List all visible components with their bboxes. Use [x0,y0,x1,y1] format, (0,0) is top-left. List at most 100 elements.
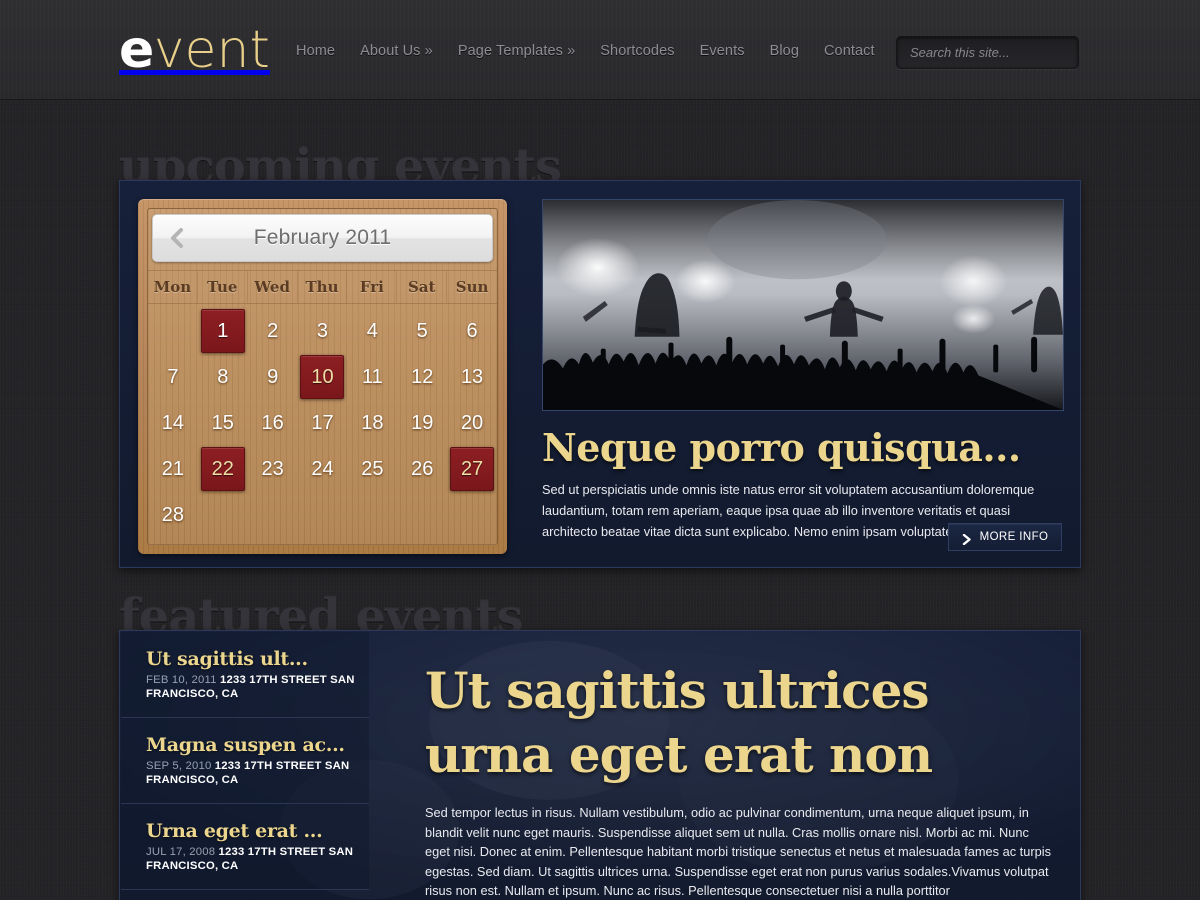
featured-item-title: Magna suspen ac... [146,734,345,756]
calendar-day: 2 [248,308,298,354]
calendar-day: 17 [298,400,348,446]
featured-item-title: Urna eget erat ... [146,820,323,842]
calendar-day: 6 [447,308,497,354]
featured-events-panel: Ut sagittis ult... FEB 10, 2011 1233 17T… [119,630,1081,900]
calendar-day: 18 [347,400,397,446]
featured-item-meta: JUL 17, 2008 1233 17TH STREET SAN FRANCI… [146,845,355,873]
featured-list-item[interactable]: Ut sagittis ult... FEB 10, 2011 1233 17T… [121,632,369,718]
calendar-day: 26 [397,446,447,492]
event-calendar: February 2011 Mon Tue Wed Thu Fri Sat Su… [138,199,507,554]
calendar-header: February 2011 [152,214,493,262]
nav-item-home[interactable]: Home [296,43,335,59]
calendar-day-number: 10 [300,355,345,399]
nav-item-page-templates[interactable]: Page Templates » [458,43,575,59]
calendar-day: 8 [198,354,248,400]
calendar-day: 24 [298,446,348,492]
calendar-day-number: 17 [311,411,334,434]
calendar-day-number: 8 [217,365,229,388]
weekday-thu: Thu [298,271,348,303]
weekday-sun: Sun [455,278,489,296]
calendar-day: 28 [148,492,198,538]
calendar-day-number: 21 [161,457,185,480]
calendar-day: 21 [148,446,198,492]
calendar-month-title: February 2011 [253,226,392,249]
calendar-day-number: 18 [361,411,384,434]
calendar-empty-cell [148,308,198,354]
calendar-day: 15 [198,400,248,446]
calendar-day: 12 [397,354,447,400]
calendar-day-number: 1 [200,309,245,353]
calendar-day: 7 [148,354,198,400]
calendar-day-number: 9 [267,365,279,388]
nav-item-contact[interactable]: Contact [824,43,875,59]
featured-item-date: FEB 10, 2011 [146,674,217,686]
nav-item-about-us[interactable]: About Us » [360,43,433,59]
calendar-day-number: 20 [460,411,484,434]
upcoming-event-content: Neque porro quisqua... Sed ut perspiciat… [542,199,1064,542]
calendar-day: 13 [447,354,497,400]
calendar-day-number: 13 [460,365,484,388]
calendar-day-number: 23 [261,457,284,480]
calendar-weekday-header: Mon Tue Wed Thu Fri Sat Sun [148,270,497,304]
featured-list-item[interactable]: Urna eget erat ... JUL 17, 2008 1233 17T… [121,804,369,890]
calendar-day: 11 [347,354,397,400]
calendar-day: 5 [397,308,447,354]
main-navigation: Home About Us » Page Templates » Shortco… [296,43,875,59]
search-input[interactable] [910,45,1088,60]
calendar-day-grid: 1 2 3 4 5 6 7 8 9 10 11 12 13 14 15 16 17 18 19 20 21 22 23 24 2… [148,304,497,538]
calendar-day: 19 [397,400,447,446]
nav-item-blog[interactable]: Blog [770,43,799,59]
calendar-day-number: 14 [161,411,185,434]
upcoming-event-title: Neque porro quisqua... [542,425,1021,470]
calendar-event-day[interactable]: 27 [447,446,497,492]
calendar-inner-frame: February 2011 Mon Tue Wed Thu Fri Sat Su… [147,208,498,545]
nav-item-shortcodes[interactable]: Shortcodes [600,43,674,59]
featured-main-content: Ut sagittis ultrices urna eget erat non … [425,659,1055,900]
logo-primary-letter: e [119,20,154,80]
calendar-day-number: 4 [366,319,378,342]
weekday-fri: Fri [347,271,398,303]
chevron-left-icon[interactable] [169,227,185,249]
site-logo[interactable]: event [119,22,270,78]
nav-item-events[interactable]: Events [700,43,745,59]
calendar-day: 25 [347,446,397,492]
calendar-day-number: 11 [361,365,383,388]
calendar-event-day[interactable]: 1 [198,308,248,354]
site-header: event Home About Us » Page Templates » S… [0,0,1200,100]
weekday-sat: Sat [397,271,448,303]
calendar-day: 16 [248,400,298,446]
weekday-wed: Wed [248,271,298,303]
featured-item-date: JUL 17, 2008 [146,846,216,858]
weekday-mon: Mon [148,271,198,303]
calendar-day-number: 7 [167,365,179,388]
logo-secondary-text: vent [153,20,270,80]
calendar-event-day[interactable]: 10 [298,354,348,400]
calendar-day-number: 12 [411,365,434,388]
calendar-day-number: 2 [267,319,279,342]
more-info-label: MORE INFO [979,531,1049,543]
featured-main-heading: Ut sagittis ultrices urna eget erat non [425,661,933,784]
calendar-day-number: 6 [466,319,478,342]
calendar-day: 20 [447,400,497,446]
search-box[interactable] [896,36,1104,73]
calendar-day-number: 5 [416,319,428,342]
calendar-day-number: 26 [411,457,434,480]
featured-item-date: SEP 5, 2010 [146,760,212,772]
calendar-day: 23 [248,446,298,492]
calendar-day: 4 [347,308,397,354]
upcoming-events-panel: February 2011 Mon Tue Wed Thu Fri Sat Su… [119,180,1081,568]
arrow-right-icon [962,532,973,545]
more-info-button[interactable]: MORE INFO [948,523,1062,551]
calendar-day: 14 [148,400,198,446]
featured-item-title: Ut sagittis ult... [146,648,308,670]
header-inner: event Home About Us » Page Templates » S… [0,0,1200,100]
calendar-day-number: 16 [261,411,284,434]
calendar-day-number: 3 [316,319,329,342]
calendar-day: 3 [298,308,348,354]
featured-list-item[interactable]: Magna suspen ac... SEP 5, 2010 1233 17TH… [121,718,369,804]
weekday-tue: Tue [198,271,248,303]
calendar-day-number: 27 [450,447,495,491]
calendar-day-number: 24 [311,457,334,480]
calendar-event-day[interactable]: 22 [198,446,248,492]
featured-item-meta: SEP 5, 2010 1233 17TH STREET SAN FRANCIS… [146,759,355,787]
